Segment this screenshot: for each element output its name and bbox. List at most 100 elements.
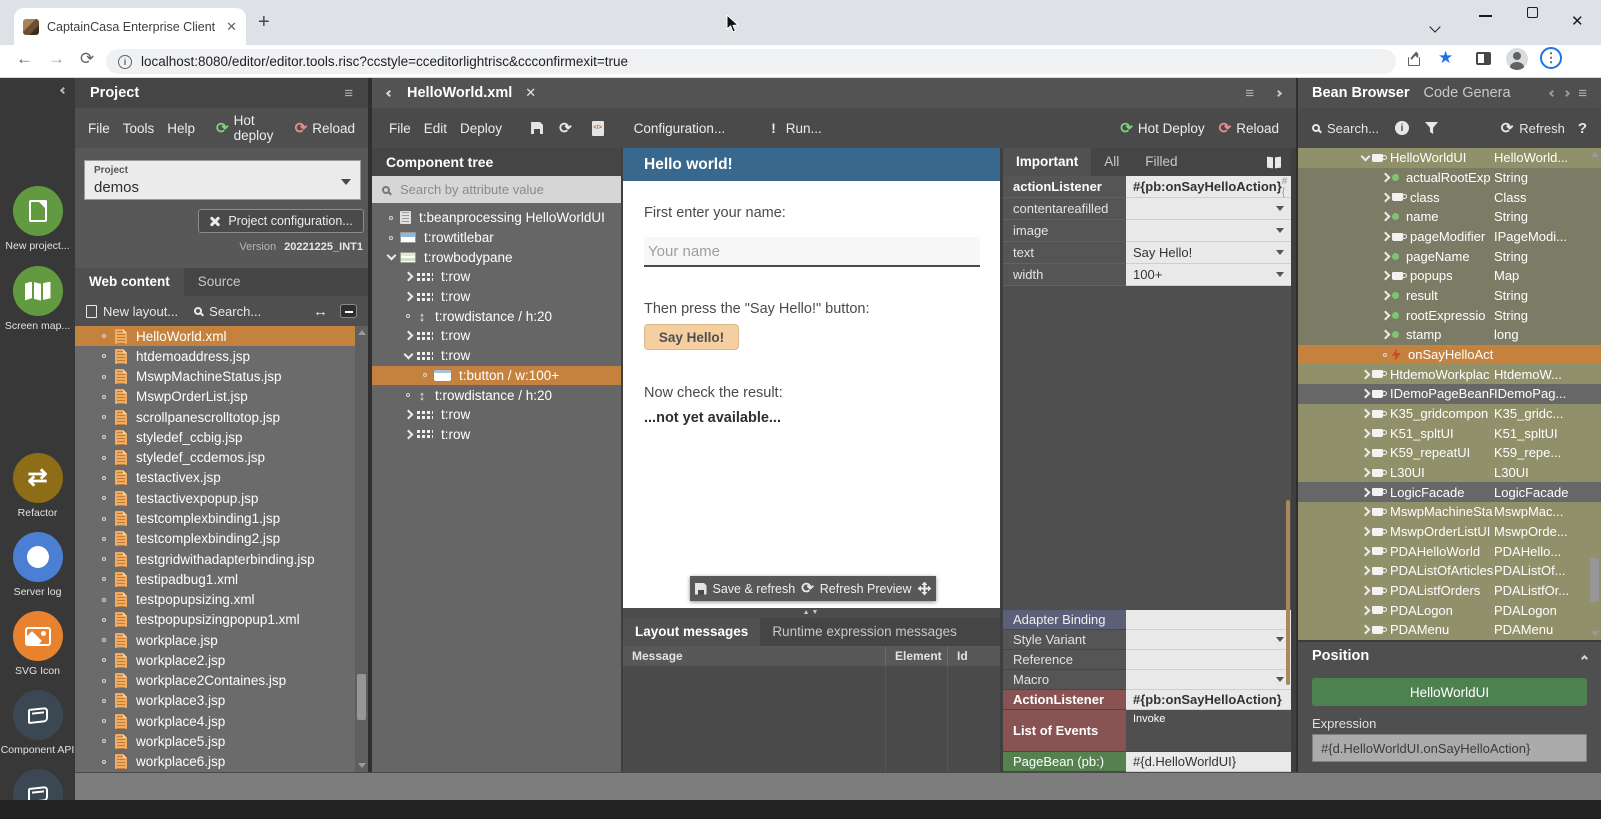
chevron-right-icon[interactable] (1563, 89, 1570, 96)
project-configuration-button[interactable]: Project configuration... (198, 209, 364, 233)
bean-tree-node[interactable]: actualRootExpString (1298, 168, 1601, 188)
save-icon[interactable] (531, 122, 543, 134)
properties-scrollbar-thumb[interactable] (1286, 500, 1290, 685)
bean-tree-node[interactable]: K59_repeatUIK59_repe... (1298, 443, 1601, 463)
save-and-refresh-button[interactable]: Save & refresh (713, 582, 796, 596)
chevron-right-icon[interactable] (1275, 89, 1282, 96)
menu-help[interactable]: Help (167, 121, 195, 136)
your-name-input[interactable] (644, 237, 980, 267)
chevron-right-icon[interactable] (1380, 212, 1390, 222)
tree-node[interactable]: t:row (372, 405, 621, 425)
bean-tree-node[interactable]: PDALogonPDALogon (1298, 600, 1601, 620)
menu-edit[interactable]: Edit (424, 121, 447, 136)
file-list-item[interactable]: testipadbug1.xml (75, 569, 368, 589)
property-value[interactable]: #{pb:onSayHelloAction}#{ (1126, 176, 1291, 198)
chevron-down-icon[interactable] (386, 251, 396, 261)
editor-panel-menu-icon[interactable] (1245, 85, 1254, 102)
preview-messages-splitter[interactable]: ▲▼ (623, 608, 1000, 618)
scrollbar-thumb[interactable] (1590, 558, 1599, 602)
chevron-right-icon[interactable] (1380, 291, 1390, 301)
file-list-item[interactable]: HelloWorld.xml (75, 326, 368, 346)
file-list-item[interactable]: testgridwithadapterbinding.jsp (75, 549, 368, 569)
property-value[interactable]: Say Hello! (1126, 242, 1291, 264)
tree-node[interactable]: t:beanprocessing HelloWorldUI (372, 208, 621, 228)
binding-value[interactable] (1126, 650, 1291, 670)
tree-node[interactable]: t:rowdistance / h:20 (372, 385, 621, 405)
project-select[interactable]: Project demos (84, 160, 361, 200)
bean-tree-node[interactable]: rootExpressioString (1298, 305, 1601, 325)
file-list-item[interactable]: testcomplexbinding2.jsp (75, 529, 368, 549)
info-icon[interactable]: i (1395, 121, 1409, 135)
profile-avatar[interactable] (1506, 48, 1528, 70)
chevron-right-icon[interactable] (403, 331, 413, 341)
tab-filled[interactable]: Filled (1132, 148, 1190, 176)
menu-file[interactable]: File (389, 121, 411, 136)
reload-icon[interactable]: ⟳ (80, 49, 94, 69)
tab-bean-browser[interactable]: Bean Browser (1312, 85, 1410, 101)
filter-icon[interactable] (1425, 122, 1438, 134)
dropdown-arrow-icon[interactable] (1276, 637, 1284, 642)
reload-button[interactable]: Reload (295, 121, 355, 136)
chevron-right-icon[interactable] (1360, 409, 1370, 419)
chevron-right-icon[interactable] (403, 429, 413, 439)
chevron-right-icon[interactable] (1380, 173, 1390, 183)
menu-deploy[interactable]: Deploy (460, 121, 502, 136)
window-menu-icon[interactable] (1431, 18, 1439, 36)
rail-item-screen-map[interactable]: Screen map... (0, 266, 75, 332)
file-list-item[interactable]: scrollpanescrolltotop.jsp (75, 407, 368, 427)
bean-tree-node[interactable]: MswpMachineStaMswpMac... (1298, 502, 1601, 522)
bean-tree-node[interactable]: PDAHelloWorldPDAHello... (1298, 541, 1601, 561)
chevron-right-icon[interactable] (1360, 566, 1370, 576)
collapse-all-icon[interactable] (340, 304, 357, 318)
hot-deploy-button[interactable]: Hot Deploy (1120, 121, 1204, 136)
window-maximize-icon[interactable] (1527, 4, 1538, 23)
refresh-preview-button[interactable]: Refresh Preview (820, 582, 912, 596)
file-list-item[interactable]: testpopupsizing.xml (75, 589, 368, 609)
chevron-right-icon[interactable] (1380, 192, 1390, 202)
tree-node[interactable]: t:row (372, 346, 621, 366)
tree-node[interactable]: t:row (372, 425, 621, 445)
chevron-right-icon[interactable] (1380, 251, 1390, 261)
file-list-item[interactable]: workplace4.jsp (75, 711, 368, 731)
bean-tree-node[interactable]: pageModifierIPageModi... (1298, 227, 1601, 247)
property-value[interactable] (1126, 220, 1291, 242)
file-list-item[interactable]: testactivexpopup.jsp (75, 488, 368, 508)
help-icon[interactable]: ? (1578, 120, 1587, 137)
bean-tree-node[interactable]: pageNameString (1298, 246, 1601, 266)
dropdown-arrow-icon[interactable] (1276, 677, 1284, 682)
rail-item-component-api[interactable]: Component API (0, 690, 75, 756)
chevron-right-icon[interactable] (1360, 468, 1370, 478)
tab-web-content[interactable]: Web content (75, 268, 184, 296)
share-icon[interactable] (1408, 57, 1420, 66)
property-value[interactable]: 100+ (1126, 264, 1291, 286)
tab-runtime-expression-messages[interactable]: Runtime expression messages (760, 618, 969, 646)
file-list-item[interactable]: workplace3.jsp (75, 691, 368, 711)
file-list-item[interactable]: htdemoaddress.jsp (75, 346, 368, 366)
bean-panel-menu-icon[interactable] (1578, 85, 1587, 102)
chevron-down-icon[interactable] (1360, 151, 1370, 161)
browser-tab[interactable]: CaptainCasa Enterprise Client - R ✕ (14, 8, 246, 45)
chevron-right-icon[interactable] (1360, 605, 1370, 615)
reference-book-icon[interactable] (1267, 157, 1281, 168)
rail-item-refactor[interactable]: ⇄Refactor (0, 453, 75, 519)
scroll-up-icon[interactable] (1591, 152, 1599, 157)
bean-tree-node[interactable]: classClass (1298, 187, 1601, 207)
tab-code-genera[interactable]: Code Genera (1424, 85, 1511, 101)
site-info-icon[interactable]: i (118, 55, 132, 69)
chevron-right-icon[interactable] (1380, 330, 1390, 340)
bean-tree-node[interactable]: stamplong (1298, 325, 1601, 345)
run-button[interactable]: Run... (786, 121, 822, 136)
collapse-panel-icon[interactable] (1581, 654, 1588, 661)
chevron-right-icon[interactable] (403, 272, 413, 282)
tab-layout-messages[interactable]: Layout messages (623, 618, 760, 646)
new-layout-button[interactable]: New layout... (86, 304, 178, 319)
scroll-down-icon[interactable] (1591, 631, 1599, 636)
chevron-right-icon[interactable] (1380, 232, 1390, 242)
rail-item-server-log[interactable]: Server log (0, 532, 75, 598)
binding-value[interactable]: #{pb:onSayHelloAction} (1126, 690, 1291, 710)
bean-tree-node[interactable]: resultString (1298, 286, 1601, 306)
attribute-search-input[interactable] (398, 181, 611, 198)
chevron-right-icon[interactable] (403, 410, 413, 420)
bookmark-star-icon[interactable]: ★ (1438, 48, 1453, 68)
forward-icon[interactable]: → (48, 49, 65, 69)
